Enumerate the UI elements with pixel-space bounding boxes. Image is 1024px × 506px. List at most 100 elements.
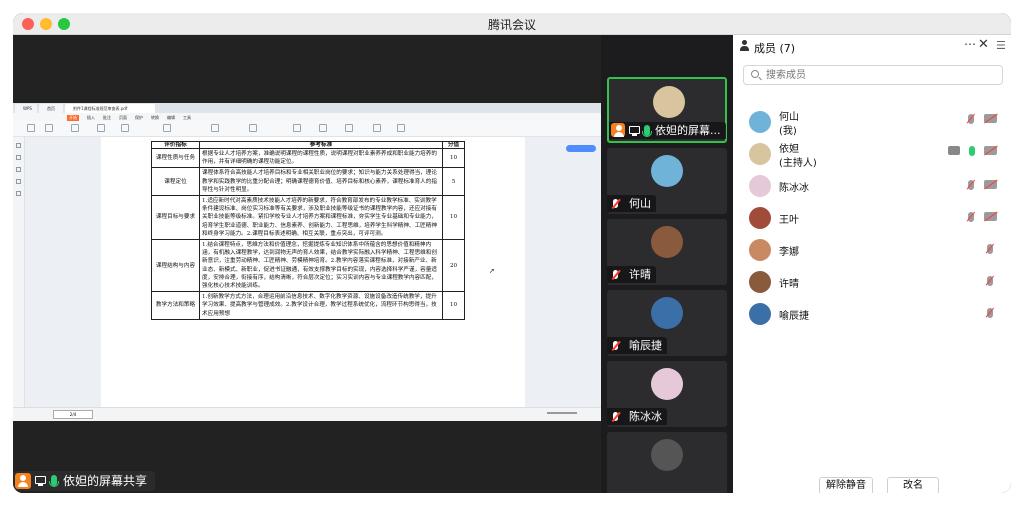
mic-muted-icon (613, 270, 618, 279)
camera-off-icon[interactable] (984, 180, 997, 189)
video-tile-label: 许晴 (607, 266, 656, 283)
mic-muted-icon[interactable] (987, 276, 993, 286)
search-icon (751, 70, 759, 78)
member-row[interactable]: 王叶 (733, 201, 1011, 233)
rename-button[interactable]: 改名 (887, 477, 939, 493)
mic-muted-icon[interactable] (968, 180, 974, 190)
toolbar-icon[interactable] (121, 124, 129, 132)
zoom-slider[interactable] (547, 412, 577, 414)
member-row[interactable]: 依妲 (主持人) (733, 137, 1011, 169)
wps-tab[interactable]: 首页 (39, 104, 63, 113)
member-row[interactable]: 许晴 (733, 265, 1011, 297)
video-tile[interactable]: 何山 (607, 148, 727, 214)
table-cell: 10 (442, 147, 465, 169)
table-cell: 课程定位 (151, 167, 200, 197)
toolbar-icon[interactable] (211, 124, 219, 132)
toolbar-icon[interactable] (373, 124, 381, 132)
avatar (651, 439, 683, 471)
table-cell: 20 (442, 239, 465, 293)
sidebar-icon[interactable] (16, 143, 21, 148)
wps-sidebar (13, 137, 25, 407)
mic-muted-icon[interactable] (987, 244, 993, 254)
more-options-icon[interactable]: ⋯ (964, 37, 976, 51)
toolbar-icon[interactable] (163, 124, 171, 132)
video-tile[interactable]: 陈冰冰 (607, 361, 727, 427)
mic-muted-icon[interactable] (968, 114, 974, 124)
video-tile[interactable]: 依妲的屏幕... (607, 77, 727, 143)
avatar (749, 303, 771, 325)
member-role: (我) (779, 126, 797, 137)
screen-share-icon (35, 476, 46, 486)
video-tile-label: 依妲的屏幕... (609, 122, 726, 139)
toolbar-icon[interactable] (27, 124, 35, 132)
table-cell: 课程体系符合高技能人才培养目标和专业相关职业岗位的要求；知识与能力关系处理得当，… (199, 167, 443, 197)
member-search[interactable] (743, 65, 1003, 85)
member-row[interactable]: 何山 (我) (733, 105, 1011, 137)
member-name: 依妲 (779, 144, 799, 155)
video-tile[interactable]: 喻辰捷 (607, 290, 727, 356)
member-name: 李娜 (779, 247, 799, 258)
ai-assistant-button[interactable] (566, 145, 596, 152)
mic-muted-icon[interactable] (968, 212, 974, 222)
mic-muted-icon (613, 199, 618, 208)
camera-off-icon[interactable] (984, 114, 997, 123)
toolbar-icon[interactable] (293, 124, 301, 132)
table-row: 教学方法和策略 1.创新教学方式方法，合理运用前沿信息技术、数字化教学资源、设施… (151, 291, 465, 320)
video-tile[interactable]: 许晴 (607, 219, 727, 285)
search-input[interactable] (766, 68, 996, 82)
close-panel-icon[interactable]: ✕ (978, 37, 989, 52)
host-badge-icon (611, 123, 625, 137)
table-cell: 课程性质与任务 (151, 147, 200, 169)
toolbar-icon[interactable] (71, 124, 79, 132)
wps-toolbar (13, 121, 601, 137)
members-panel: 成员 (7) ⋯ ✕ ☰ 何山 (我) 依妲 (主持人) 陈冰冰 (733, 35, 1011, 493)
menu-icon[interactable]: ☰ (996, 39, 1006, 52)
toolbar-icon[interactable] (319, 124, 327, 132)
sidebar-icon[interactable] (16, 179, 21, 184)
sidebar-icon[interactable] (16, 191, 21, 196)
table-header: 分值 (442, 141, 465, 149)
mic-on-icon (49, 475, 59, 487)
video-tile-label: 何山 (607, 195, 656, 212)
camera-off-icon[interactable] (984, 212, 997, 221)
member-name: 何山 (779, 112, 799, 123)
toolbar-icon[interactable] (45, 124, 53, 132)
table-cell: 课程目标与要求 (151, 195, 200, 241)
avatar (651, 297, 683, 329)
tile-name: 陈冰冰 (629, 410, 662, 423)
unmute-all-button[interactable]: 解除静音 (819, 477, 873, 493)
sidebar-icon[interactable] (16, 155, 21, 160)
table-cell: 1.创新教学方式方法，合理运用前沿信息技术、数字化教学资源、设施设备改造传统教学… (199, 291, 443, 320)
mic-muted-icon[interactable] (987, 308, 993, 318)
avatar (749, 239, 771, 261)
avatar (749, 143, 771, 165)
avatar (749, 111, 771, 133)
toolbar-icon[interactable] (397, 124, 405, 132)
tile-name: 喻辰捷 (629, 339, 662, 352)
avatar (651, 368, 683, 400)
member-role: (主持人) (779, 158, 817, 169)
page-indicator[interactable]: 2/4 (53, 410, 93, 419)
table-cell: 10 (442, 291, 465, 320)
mic-on-icon[interactable] (969, 146, 975, 156)
member-row[interactable]: 李娜 (733, 233, 1011, 265)
wps-tab[interactable]: WPS (15, 104, 37, 113)
toolbar-icon[interactable] (345, 124, 353, 132)
tile-name: 许晴 (629, 268, 651, 281)
member-row[interactable]: 陈冰冰 (733, 169, 1011, 201)
tile-name: 何山 (629, 197, 651, 210)
video-tile[interactable] (607, 432, 727, 493)
host-badge-icon (15, 473, 31, 489)
wps-tab-active[interactable]: 附件1课程标准规范审查表.pdf (65, 104, 155, 113)
toolbar-icon[interactable] (97, 124, 105, 132)
members-icon (739, 40, 750, 51)
wps-status-bar: 2/4 (13, 407, 601, 421)
member-row[interactable]: 喻辰捷 (733, 297, 1011, 329)
sidebar-icon[interactable] (16, 167, 21, 172)
toolbar-icon[interactable] (249, 124, 257, 132)
camera-off-icon[interactable] (984, 146, 997, 155)
share-label-text: 依妲的屏幕共享 (63, 474, 148, 488)
table-cell: 根据专业人才培养方案，准确说明课程的课程性质，说明课程对职业素养养成和职业能力培… (199, 147, 443, 169)
screen-share-label: 依妲的屏幕共享 (13, 471, 156, 491)
tile-name: 依妲的屏幕... (655, 124, 721, 137)
